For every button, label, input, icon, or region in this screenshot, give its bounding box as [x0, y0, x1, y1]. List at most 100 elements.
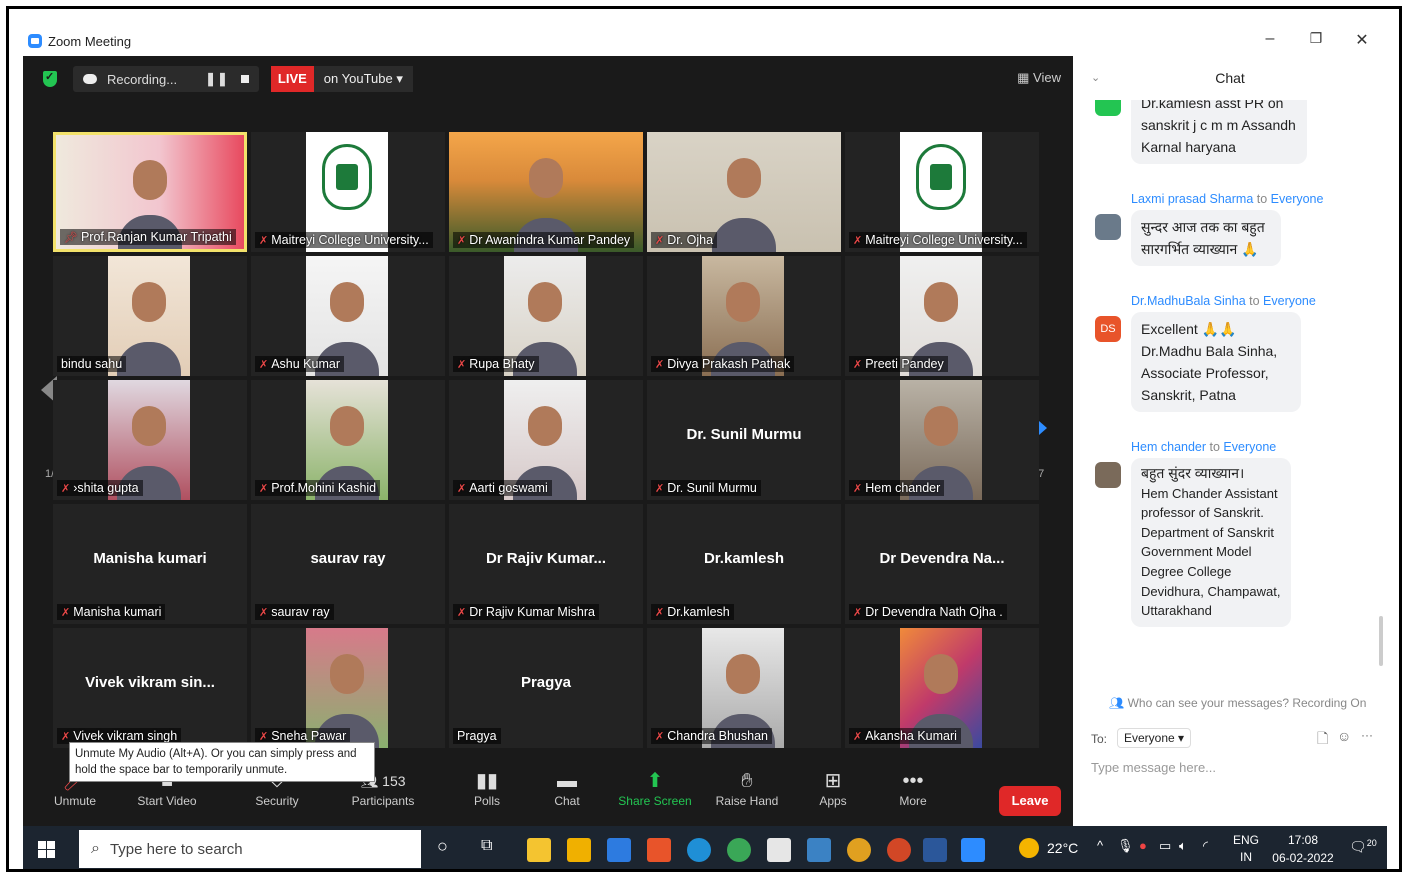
clock[interactable]: 17:08 06-02-2022 — [1271, 831, 1335, 867]
chat-more-icon[interactable]: ··· — [1361, 728, 1373, 742]
participant-name-text: saurav ray — [271, 605, 330, 619]
participant-tile[interactable]: Manisha kumari ✗ Manisha kumari — [53, 504, 247, 624]
participant-tile[interactable]: ✗ Preeti Pandey — [845, 256, 1039, 376]
sender-avatar — [1095, 214, 1121, 240]
notepad-icon[interactable] — [767, 838, 791, 862]
participant-tile[interactable]: bindu sahu — [53, 256, 247, 376]
chat-bubble[interactable]: बहुत सुंदर व्याख्यान। Hem Chander Assista… — [1131, 458, 1291, 627]
chat-bubble[interactable]: सुन्दर आज तक का बहुत सारगर्भित व्याख्यान… — [1131, 210, 1281, 266]
participant-name-text: Akansha Kumari — [865, 729, 957, 743]
leave-button[interactable]: Leave — [999, 786, 1061, 816]
chat-bubble[interactable]: Dr.kamlesh asst PR on sanskrit j c m m A… — [1131, 100, 1307, 164]
network-icon[interactable]: ◜ — [1203, 838, 1208, 854]
participant-tile[interactable]: ✗ Maitreyi College University... — [845, 132, 1039, 252]
collapse-chevron-icon[interactable]: ⌄ — [1091, 56, 1100, 100]
participant-tile[interactable]: ✗ Dr. Ojha — [647, 132, 841, 252]
minimize-icon[interactable]: – — [1255, 30, 1285, 48]
chat-scrollbar[interactable] — [1379, 616, 1383, 666]
zoom-taskbar-icon[interactable] — [961, 838, 985, 862]
calendar-app-icon[interactable] — [567, 838, 591, 862]
participant-tile[interactable]: ✗ Rupa Bhaty — [449, 256, 643, 376]
recipient-select[interactable]: Everyone ▾ — [1117, 728, 1192, 748]
participant-tile[interactable]: ✗ Divya Prakash Pathak — [647, 256, 841, 376]
participant-tile[interactable]: ✗ Prof.Mohini Kashid — [251, 380, 445, 500]
participant-tile[interactable]: 📌︎ Prof.Ranjan Kumar Tripathi — [53, 132, 247, 252]
participant-tile[interactable]: ✗ Aarti goswami — [449, 380, 643, 500]
chat-recipient: Everyone — [1223, 440, 1277, 454]
view-button[interactable]: ▦ View — [1017, 70, 1061, 86]
file-explorer-icon[interactable] — [527, 838, 551, 862]
share-screen-button[interactable]: ⬆ Share Screen — [615, 768, 695, 820]
chat-sender[interactable]: Laxmi prasad Sharma — [1131, 192, 1253, 206]
participant-name-text: Dr Rajiv Kumar Mishra — [469, 605, 595, 619]
more-dots-icon: ••• — [902, 770, 924, 792]
youtube-stream-menu[interactable]: on YouTube ▾ — [313, 66, 413, 92]
view-label: View — [1033, 70, 1061, 85]
participant-tile[interactable]: saurav ray ✗ saurav ray — [251, 504, 445, 624]
photos-icon[interactable] — [807, 838, 831, 862]
participant-tile[interactable]: ✗ Hem chander — [845, 380, 1039, 500]
recording-indicator[interactable]: Recording... ❚❚ — [73, 66, 259, 92]
participant-tile[interactable]: ✗ Ashu Kumar — [251, 256, 445, 376]
participant-name-text: Dr.kamlesh — [667, 605, 730, 619]
participant-tile[interactable]: ✗ Maitreyi College University... — [251, 132, 445, 252]
taskbar-search-box[interactable]: ⌕ Type here to search — [79, 830, 421, 868]
more-button[interactable]: ••• More — [873, 768, 953, 820]
who-can-see-notice[interactable]: 👥︎ Who can see your messages? Recording … — [1109, 696, 1366, 710]
stop-recording-icon[interactable] — [240, 75, 249, 83]
raise-hand-label: Raise Hand — [715, 794, 779, 808]
tray-chevron-icon[interactable]: ^ — [1097, 838, 1103, 853]
participant-tile[interactable]: ✗ Akansha Kumari — [845, 628, 1039, 748]
notification-center-icon[interactable]: 🗨︎20 — [1349, 838, 1377, 856]
chrome-alt-icon[interactable] — [847, 838, 871, 862]
security-shield-icon[interactable] — [43, 70, 57, 87]
windows-start-button[interactable] — [23, 826, 69, 869]
raise-hand-button[interactable]: ✋︎ Raise Hand — [707, 768, 787, 820]
participant-tile[interactable]: ✗ Chandra Bhushan — [647, 628, 841, 748]
participant-tile[interactable]: Dr Rajiv Kumar... ✗ Dr Rajiv Kumar Mishra — [449, 504, 643, 624]
participant-name-label: ✗ Chandra Bhushan — [651, 728, 772, 744]
mail-icon[interactable] — [607, 838, 631, 862]
participant-name-text: Preeti Pandey — [865, 357, 944, 371]
weather-temp[interactable]: 22°C — [1047, 840, 1078, 856]
office-icon[interactable] — [647, 838, 671, 862]
close-icon[interactable]: ✕ — [1347, 30, 1377, 50]
participant-tile[interactable]: Dr Devendra Na... ✗ Dr Devendra Nath Ojha … — [845, 504, 1039, 624]
battery-icon[interactable]: ▭ — [1159, 838, 1171, 854]
participant-tile[interactable]: ✗ Sneha Pawar — [251, 628, 445, 748]
chat-message-input[interactable]: Type message here... — [1091, 760, 1216, 775]
restore-icon[interactable]: ❐ — [1301, 30, 1331, 47]
participant-tile[interactable]: Dr.kamlesh ✗ Dr.kamlesh — [647, 504, 841, 624]
chrome-icon[interactable] — [727, 838, 751, 862]
language-indicator[interactable]: ENG IN — [1233, 832, 1259, 866]
powerpoint-icon[interactable] — [887, 838, 911, 862]
notification-count: 20 — [1366, 838, 1377, 848]
task-view-icon[interactable]: ⧉ — [481, 837, 492, 855]
word-icon[interactable] — [923, 838, 947, 862]
screenshot-frame: Zoom Meeting – ❐ ✕ Recording... ❚❚ LIVE … — [6, 6, 1402, 872]
muted-mic-icon: ✗ — [655, 607, 665, 619]
participant-tile[interactable]: Vivek vikram sin... ✗ Vivek vikram singh — [53, 628, 247, 748]
cortana-icon[interactable]: ○ — [437, 836, 448, 857]
volume-icon[interactable]: 🔈︎ — [1179, 838, 1187, 854]
emoji-icon[interactable]: ☺ — [1337, 728, 1351, 744]
edge-browser-icon[interactable] — [687, 838, 711, 862]
participant-tile[interactable]: ✗ ›shita gupta — [53, 380, 247, 500]
apps-button[interactable]: ⊞ Apps — [793, 768, 873, 820]
chat-sender[interactable]: Dr.MadhuBala Sinha — [1131, 294, 1246, 308]
chat-title: Chat — [1215, 70, 1245, 86]
security-tray-icon[interactable]: ● — [1139, 838, 1147, 853]
participant-tile[interactable]: Dr. Sunil Murmu ✗ Dr. Sunil Murmu — [647, 380, 841, 500]
pause-recording-icon[interactable]: ❚❚ — [205, 71, 229, 87]
chat-bubble[interactable]: Excellent 🙏🙏 Dr.Madhu Bala Sinha, Associ… — [1131, 312, 1301, 412]
chat-button[interactable]: ▬ Chat — [527, 768, 607, 820]
participant-name-text: Sneha Pawar — [271, 729, 347, 743]
participant-tile[interactable]: Pragya Pragya — [449, 628, 643, 748]
chat-sender[interactable]: Hem chander — [1131, 440, 1206, 454]
zoom-window: Zoom Meeting – ❐ ✕ Recording... ❚❚ LIVE … — [23, 26, 1387, 826]
polls-button[interactable]: ▮▮ Polls — [447, 768, 527, 820]
participant-tile[interactable]: ✗ Dr Awanindra Kumar Pandey — [449, 132, 643, 252]
search-icon: ⌕ — [91, 840, 100, 857]
file-icon[interactable]: 🗋︎ — [1317, 728, 1328, 752]
participant-name-text: Dr. Ojha — [667, 233, 714, 247]
